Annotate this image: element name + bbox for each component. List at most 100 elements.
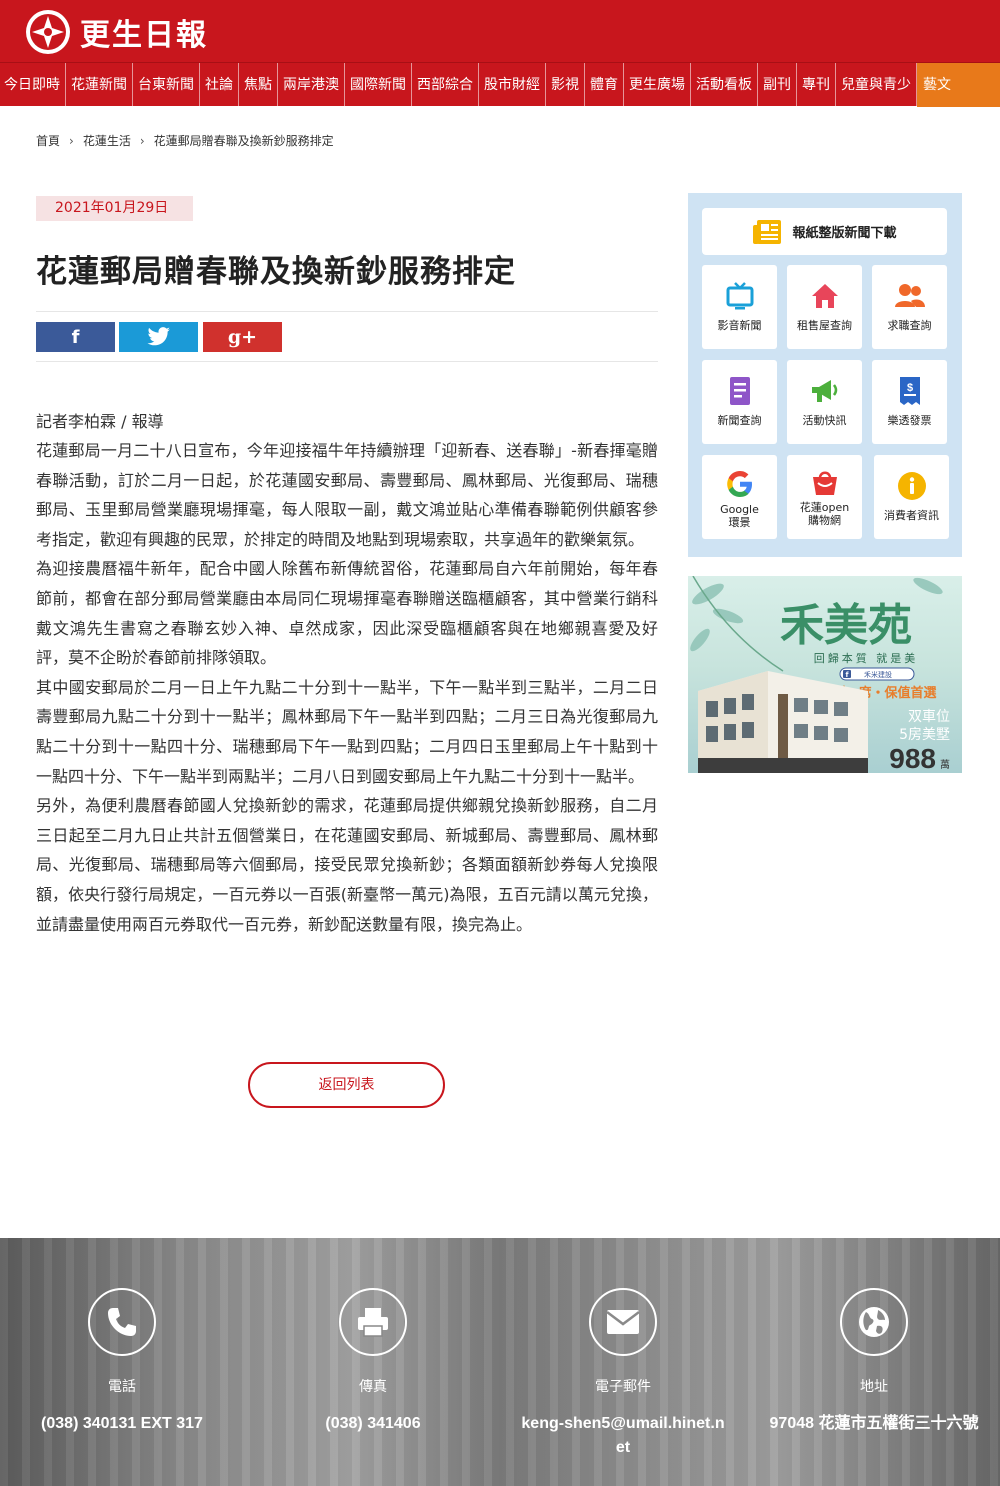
ad-fb-tag: 禾米建設 (864, 670, 892, 679)
google-plus-icon: g+ (227, 326, 258, 348)
logo-text: 更生日報 (80, 18, 208, 53)
nav-item-focus[interactable]: 焦點 (239, 62, 278, 107)
breadcrumb: 首頁 › 花蓮生活 › 花蓮郵局贈春聯及換新鈔服務排定 (36, 132, 334, 149)
ad-feature-1: 双車位 (908, 708, 950, 725)
breadcrumb-current: 花蓮郵局贈春聯及換新鈔服務排定 (153, 134, 334, 148)
sidebar-tile-events[interactable]: 活動快訊 (787, 360, 862, 444)
sidebar-tile-news-search[interactable]: 新聞查詢 (702, 360, 777, 444)
google-plus-share-button[interactable]: g+ (203, 322, 282, 352)
newspaper-download-label: 報紙整版新聞下載 (792, 226, 897, 241)
nav-item-finance[interactable]: 股市財經 (479, 62, 546, 107)
nav-item-today[interactable]: 今日即時 (0, 62, 66, 107)
tile-label: 活動快訊 (802, 414, 847, 427)
facebook-share-button[interactable]: f (36, 322, 115, 352)
twitter-icon (147, 327, 170, 346)
twitter-share-button[interactable] (119, 322, 198, 352)
back-to-list-button[interactable]: 返回列表 (248, 1062, 445, 1108)
tile-label: 花蓮open 購物網 (799, 501, 850, 527)
sidebar-tile-video-news[interactable]: 影音新聞 (702, 265, 777, 349)
svg-text:$: $ (906, 382, 912, 394)
contact-label: 傳真 (359, 1379, 387, 1395)
phone-number[interactable]: (038) 340131 EXT 317 (41, 1412, 203, 1436)
tile-label: 新聞查詢 (717, 414, 762, 427)
phone-icon (88, 1288, 156, 1356)
contact-label: 電子郵件 (595, 1379, 651, 1395)
article-paragraph: 為迎接農曆福牛新年，配合中國人除舊布新傳統習俗，花蓮郵局自六年前開始，每年春節前… (36, 559, 658, 668)
google-icon (726, 471, 752, 497)
tile-label: Google 環景 (720, 503, 759, 529)
nav-item-plaza[interactable]: 更生廣場 (624, 62, 691, 107)
site-logo[interactable]: 更生日報 (24, 10, 208, 54)
tile-label: 樂透發票 (887, 414, 932, 427)
ad-price-unit: 萬 (940, 758, 950, 771)
contact-fax: 傳真 (038) 341406 (248, 1288, 498, 1436)
chevron-right-icon: › (139, 133, 145, 148)
ad-price: 988 (889, 743, 936, 773)
ad-brand: 禾美苑 (780, 600, 912, 651)
nav-item-supplement[interactable]: 副刊 (758, 62, 797, 107)
nav-item-west[interactable]: 西部綜合 (412, 62, 479, 107)
globe-icon (840, 1288, 908, 1356)
sidebar-tile-rental[interactable]: 租售屋查詢 (787, 265, 862, 349)
sidebar-tile-jobs[interactable]: 求職查詢 (872, 265, 947, 349)
nav-item-taitung[interactable]: 台東新聞 (133, 62, 200, 107)
email-address[interactable]: keng-shen5@umail.hinet.net (518, 1412, 728, 1460)
nav-item-cross-strait[interactable]: 兩岸港澳 (278, 62, 345, 107)
megaphone-icon (811, 380, 837, 402)
nav-item-special[interactable]: 專刊 (797, 62, 836, 107)
breadcrumb-category[interactable]: 花蓮生活 (83, 132, 131, 149)
logo-emblem-icon (26, 10, 70, 54)
contact-address: 地址 97048 花蓮市五權街三十六號 (749, 1288, 999, 1436)
info-icon (897, 472, 926, 500)
shopping-bag-icon (812, 471, 837, 495)
article-body: 花蓮郵局一月二十八日宣布，今年迎接福牛年持續辦理「迎新春、送春聯」-新春揮毫贈春… (36, 436, 658, 939)
document-icon (729, 377, 750, 405)
tile-label: 影音新聞 (717, 319, 762, 332)
real-estate-ad-banner[interactable]: 禾美苑 回歸本質 就是美 f 禾米建設 僅剩一席・保值首選 双車位 5房美墅 9… (688, 576, 962, 773)
sidebar-tile-lottery[interactable]: $ 樂透發票 (872, 360, 947, 444)
ad-feature-2: 5房美墅 (899, 727, 950, 743)
tile-label: 求職查詢 (887, 319, 932, 332)
home-icon (811, 284, 838, 308)
nav-item-editorial[interactable]: 社論 (200, 62, 239, 107)
chevron-right-icon: › (69, 133, 74, 148)
receipt-icon: $ (899, 377, 920, 405)
nav-item-entertainment[interactable]: 影視 (546, 62, 585, 107)
nav-item-events[interactable]: 活動看板 (691, 62, 758, 107)
building-illustration (698, 671, 868, 773)
site-header: 更生日報 (0, 0, 1000, 62)
tv-icon (726, 282, 753, 310)
newspaper-download-button[interactable]: 報紙整版新聞下載 (702, 208, 947, 255)
article-paragraph: 花蓮郵局一月二十八日宣布，今年迎接福牛年持續辦理「迎新春、送春聯」-新春揮毫贈春… (36, 441, 658, 549)
nav-item-international[interactable]: 國際新聞 (345, 62, 412, 107)
street-address: 97048 花蓮市五權街三十六號 (769, 1415, 979, 1432)
newspaper-icon (753, 219, 782, 244)
contact-email: 電子郵件 keng-shen5@umail.hinet.net (498, 1288, 748, 1460)
breadcrumb-home[interactable]: 首頁 (36, 132, 60, 149)
nav-item-hualien[interactable]: 花蓮新聞 (66, 62, 133, 107)
sidebar-tile-open-shop[interactable]: 花蓮open 購物網 (787, 455, 862, 539)
tile-label: 消費者資訊 (884, 509, 939, 522)
tile-label: 租售屋查詢 (797, 319, 852, 332)
main-nav: 今日即時 花蓮新聞 台東新聞 社論 焦點 兩岸港澳 國際新聞 西部綜合 股市財經… (0, 62, 1000, 107)
nav-item-kids[interactable]: 兒童與青少 (836, 62, 917, 107)
ad-slogan: 回歸本質 就是美 (814, 651, 919, 665)
ad-artwork: 禾美苑 回歸本質 就是美 f 禾米建設 僅剩一席・保值首選 双車位 5房美墅 9… (690, 576, 950, 773)
divider (36, 311, 658, 312)
article-byline: 記者李柏霖 / 報導 (36, 412, 164, 431)
sidebar-panel: 報紙整版新聞下載 影音新聞 租售屋查詢 求職查詢 新聞查詢 活動快訊 $ 樂透發… (688, 193, 962, 557)
facebook-icon: f (71, 326, 80, 348)
people-icon (894, 284, 925, 307)
article-paragraph: 其中國安郵局於二月一日上午九點二十分到十一點半，下午一點半到三點半，二月二日壽豐… (36, 677, 658, 786)
sidebar-tile-google-street[interactable]: Google 環景 (702, 455, 777, 539)
divider (36, 361, 658, 362)
contact-phone: 電話 (038) 340131 EXT 317 (0, 1288, 247, 1436)
sidebar-tile-consumer-info[interactable]: 消費者資訊 (874, 455, 949, 539)
nav-item-sports[interactable]: 體育 (585, 62, 624, 107)
fax-icon (339, 1288, 407, 1356)
nav-item-arts[interactable]: 藝文 (917, 62, 1000, 107)
mail-icon (589, 1288, 657, 1356)
contact-label: 地址 (860, 1379, 888, 1395)
article-title: 花蓮郵局贈春聯及換新鈔服務排定 (36, 254, 516, 290)
fax-number: (038) 341406 (325, 1415, 421, 1432)
